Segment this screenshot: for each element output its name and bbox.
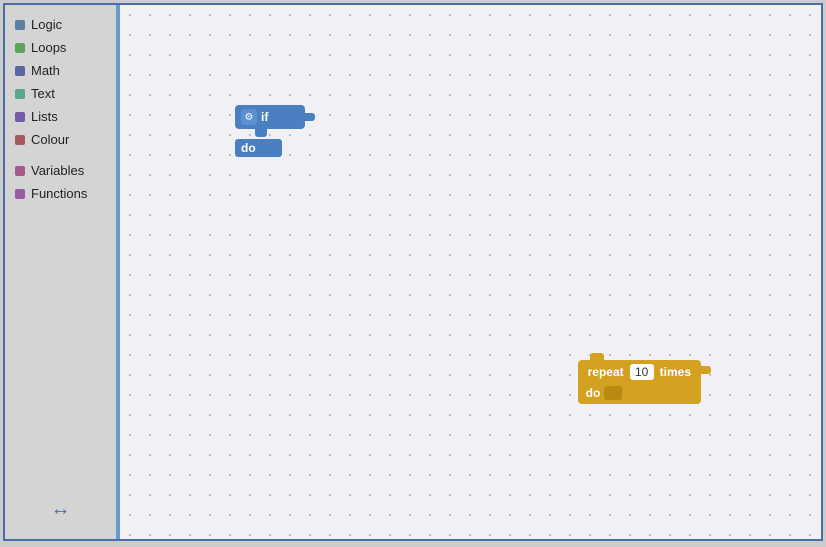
- repeat-right-notch: [701, 366, 711, 374]
- math-color-dot: [15, 66, 25, 76]
- repeat-notch-top: [590, 353, 604, 360]
- sidebar-item-lists[interactable]: Lists: [5, 105, 116, 128]
- repeat-block-top[interactable]: repeat 10 times: [578, 360, 701, 384]
- logic-label: Logic: [31, 17, 62, 32]
- colour-color-dot: [15, 135, 25, 145]
- if-block-notch: [255, 129, 267, 137]
- sidebar-item-loops[interactable]: Loops: [5, 36, 116, 59]
- lists-color-dot: [15, 112, 25, 122]
- canvas-area[interactable]: ⚙ if do repeat 10 times do: [120, 5, 821, 539]
- sidebar-item-math[interactable]: Math: [5, 59, 116, 82]
- if-block-main[interactable]: ⚙ if: [235, 105, 305, 129]
- repeat-label: repeat: [588, 365, 624, 379]
- loops-color-dot: [15, 43, 25, 53]
- variables-label: Variables: [31, 163, 84, 178]
- sidebar-item-colour[interactable]: Colour: [5, 128, 116, 151]
- math-label: Math: [31, 63, 60, 78]
- logic-color-dot: [15, 20, 25, 30]
- connector-right: [305, 113, 315, 121]
- repeat-block-bottom: do: [578, 384, 701, 404]
- sidebar: Logic Loops Math Text Lists Colour Variables Fu…: [5, 5, 120, 539]
- text-label: Text: [31, 86, 55, 101]
- sidebar-item-text[interactable]: Text: [5, 82, 116, 105]
- variables-color-dot: [15, 166, 25, 176]
- loops-label: Loops: [31, 40, 66, 55]
- sidebar-item-functions[interactable]: Functions: [5, 182, 116, 205]
- do-slot: [262, 139, 282, 157]
- do-label: do: [235, 139, 262, 157]
- repeat-value[interactable]: 10: [630, 364, 654, 380]
- if-label: if: [261, 110, 268, 124]
- repeat-block[interactable]: repeat 10 times do: [578, 360, 701, 404]
- sidebar-item-variables[interactable]: Variables: [5, 159, 116, 182]
- sidebar-item-logic[interactable]: Logic: [5, 13, 116, 36]
- if-block[interactable]: ⚙ if do: [235, 105, 305, 157]
- resize-handle[interactable]: ↔: [51, 498, 71, 521]
- main-frame: Logic Loops Math Text Lists Colour Variables Fu…: [3, 3, 823, 541]
- functions-label: Functions: [31, 186, 87, 201]
- times-label: times: [660, 365, 691, 379]
- if-block-do-row: do: [235, 139, 305, 157]
- repeat-do-slot: [604, 386, 622, 400]
- text-color-dot: [15, 89, 25, 99]
- gear-icon: ⚙: [241, 109, 257, 125]
- colour-label: Colour: [31, 132, 69, 147]
- lists-label: Lists: [31, 109, 58, 124]
- repeat-do-label: do: [586, 386, 601, 400]
- functions-color-dot: [15, 189, 25, 199]
